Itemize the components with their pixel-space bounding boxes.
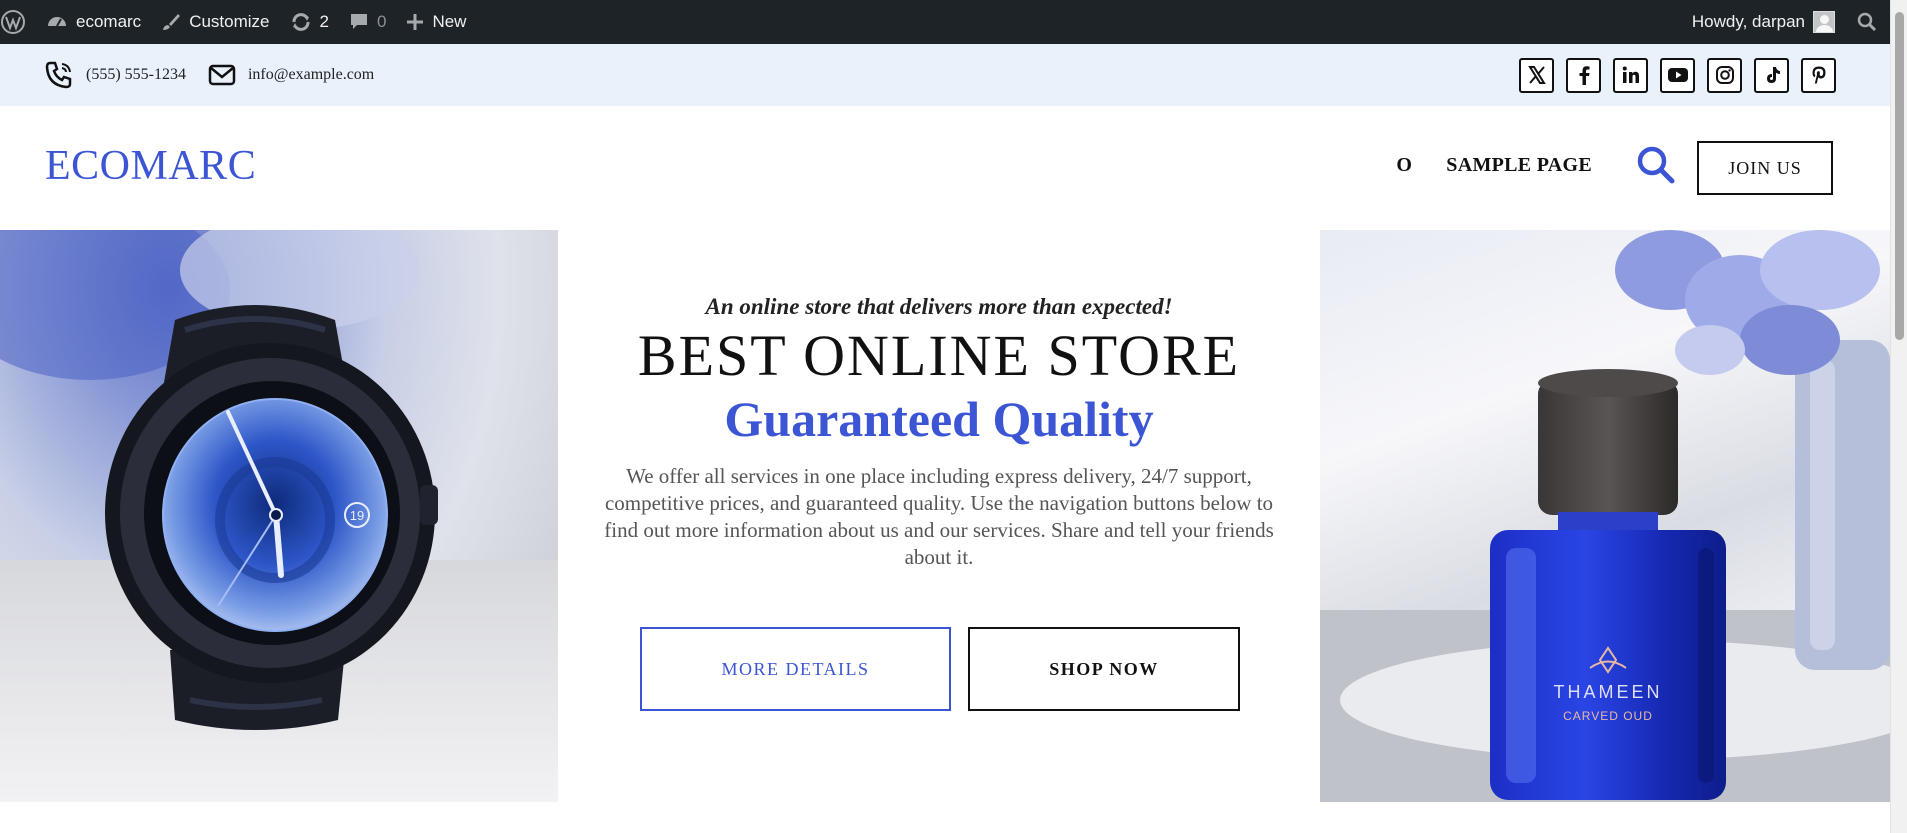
- tiktok-icon[interactable]: [1754, 57, 1789, 93]
- site-name-menu[interactable]: ecomarc: [36, 0, 151, 44]
- dashboard-icon: [48, 17, 66, 27]
- scrollbar-thumb[interactable]: [1895, 12, 1904, 340]
- updates-menu[interactable]: 2: [280, 0, 339, 44]
- social-links: [1507, 57, 1836, 93]
- nav-item-sample-page[interactable]: SAMPLE PAGE: [1446, 154, 1592, 177]
- comments-count: 0: [376, 12, 387, 31]
- watch-date-text: 19: [350, 508, 364, 523]
- pinterest-icon[interactable]: [1801, 57, 1836, 93]
- hero-title: BEST ONLINE STORE: [637, 323, 1241, 388]
- instagram-icon[interactable]: [1707, 57, 1742, 93]
- envelope-icon: [208, 64, 236, 86]
- customize-menu[interactable]: Customize: [151, 0, 279, 44]
- main-nav: O SAMPLE PAGE: [1362, 154, 1592, 177]
- more-details-button[interactable]: MORE DETAILS: [640, 627, 951, 711]
- email-text: info@example.com: [247, 66, 375, 83]
- admin-bar: ecomarc Customize 2 0 New Howdy, darpan: [0, 0, 1907, 44]
- my-account-menu[interactable]: Howdy, darpan: [1682, 0, 1847, 44]
- phone-contact[interactable]: (555) 555-1234: [44, 60, 186, 90]
- howdy-label: Howdy, darpan: [1691, 12, 1805, 31]
- new-content-menu[interactable]: New: [396, 0, 476, 44]
- customize-label: Customize: [189, 12, 270, 31]
- updates-icon: [292, 13, 309, 31]
- youtube-icon[interactable]: [1660, 57, 1695, 93]
- linkedin-icon[interactable]: [1613, 57, 1648, 93]
- avatar: [1813, 11, 1835, 33]
- updates-count: 2: [319, 12, 329, 31]
- hero-subtitle: Guaranteed Quality: [724, 391, 1154, 447]
- wordpress-logo-icon[interactable]: [0, 0, 36, 44]
- top-info-bar: (555) 555-1234 info@example.com: [0, 44, 1890, 106]
- bottle-sub-text: CARVED OUD: [1563, 709, 1653, 723]
- shop-now-button[interactable]: SHOP NOW: [968, 627, 1240, 711]
- comments-menu[interactable]: 0: [339, 0, 396, 44]
- search-icon[interactable]: [1636, 145, 1676, 185]
- plus-icon: [407, 14, 424, 30]
- hero-section: 19 An online store that delivers more th…: [0, 230, 1890, 802]
- brush-icon: [163, 14, 181, 30]
- smartwatch-image: 19: [0, 230, 558, 802]
- comment-icon: [350, 14, 367, 29]
- new-label: New: [432, 12, 467, 31]
- page-scrollbar[interactable]: [1890, 0, 1907, 833]
- site-logo[interactable]: ECOMARC: [45, 142, 256, 190]
- hero-tagline: An online store that delivers more than …: [705, 294, 1173, 319]
- facebook-icon[interactable]: [1566, 57, 1601, 93]
- email-contact[interactable]: info@example.com: [208, 64, 374, 86]
- site-name-label: ecomarc: [76, 12, 142, 31]
- perfume-bottle-image: THAMEEN CARVED OUD: [1320, 230, 1890, 802]
- contact-info: (555) 555-1234 info@example.com: [44, 60, 396, 90]
- hero-content: An online store that delivers more than …: [558, 230, 1320, 802]
- hero-description: We offer all services in one place inclu…: [604, 464, 1274, 569]
- phone-icon: [45, 61, 72, 89]
- x-icon[interactable]: [1519, 57, 1554, 93]
- join-us-button[interactable]: JOIN US: [1697, 141, 1833, 195]
- phone-text: (555) 555-1234: [86, 66, 186, 83]
- bottle-brand-text: THAMEEN: [1553, 682, 1662, 702]
- nav-item-o[interactable]: O: [1396, 154, 1412, 177]
- site-header: ECOMARC O SAMPLE PAGE JOIN US: [0, 106, 1890, 230]
